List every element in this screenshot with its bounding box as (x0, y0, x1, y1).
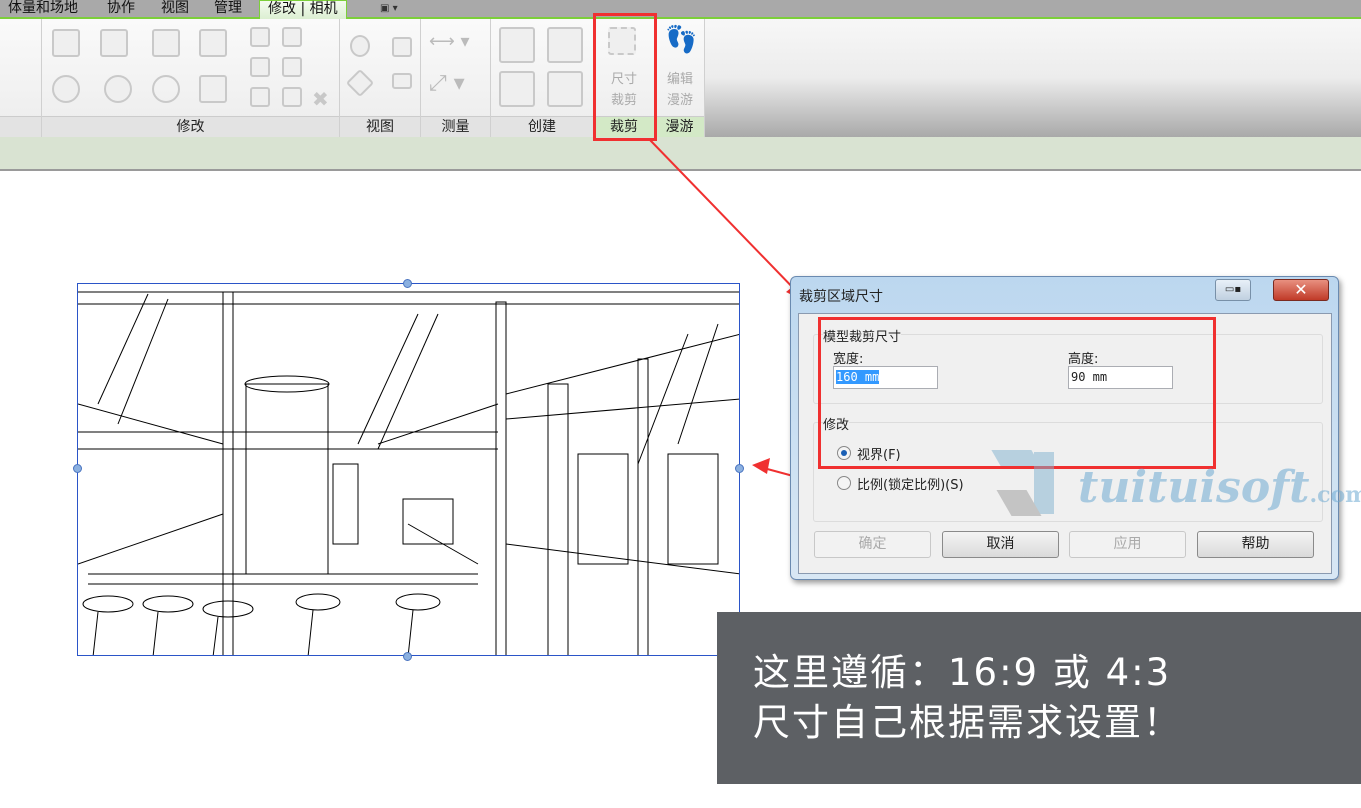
dialog-title: 裁剪区域尺寸 (799, 289, 883, 305)
dialog-close-button[interactable]: ✕ (1273, 279, 1329, 301)
radio-scale[interactable] (837, 476, 851, 490)
help-button[interactable]: 帮助 (1197, 531, 1314, 558)
annotation-note: 这里遵循：16:9 或 4:3 尺寸自己根据需求设置！ (717, 612, 1361, 784)
arrow-to-dialog (649, 139, 801, 296)
cancel-button[interactable]: 取消 (942, 531, 1059, 558)
watermark-suffix: .com (1309, 482, 1361, 508)
watermark-logo (991, 450, 1066, 518)
apply-button[interactable]: 应用 (1069, 531, 1186, 558)
radio-scale-label[interactable]: 比例(锁定比例)(S) (857, 474, 964, 493)
arrow-head-viewport (752, 458, 770, 474)
note-line-1: 这里遵循：16:9 或 4:3 (753, 651, 1172, 694)
ok-button[interactable]: 确定 (814, 531, 931, 558)
watermark: tuituisoft.com (1078, 462, 1361, 513)
dialog-restore-button[interactable]: ▭▪ (1215, 279, 1251, 301)
watermark-text: tuituisoft (1078, 462, 1310, 513)
crop-region-size-dialog: 裁剪区域尺寸 ▭▪ ✕ 模型裁剪尺寸 宽度: 160 mm 高度: 90 mm … (790, 276, 1339, 580)
note-line-2: 尺寸自己根据需求设置！ (753, 701, 1182, 744)
highlight-dialog-fields (818, 317, 1216, 469)
